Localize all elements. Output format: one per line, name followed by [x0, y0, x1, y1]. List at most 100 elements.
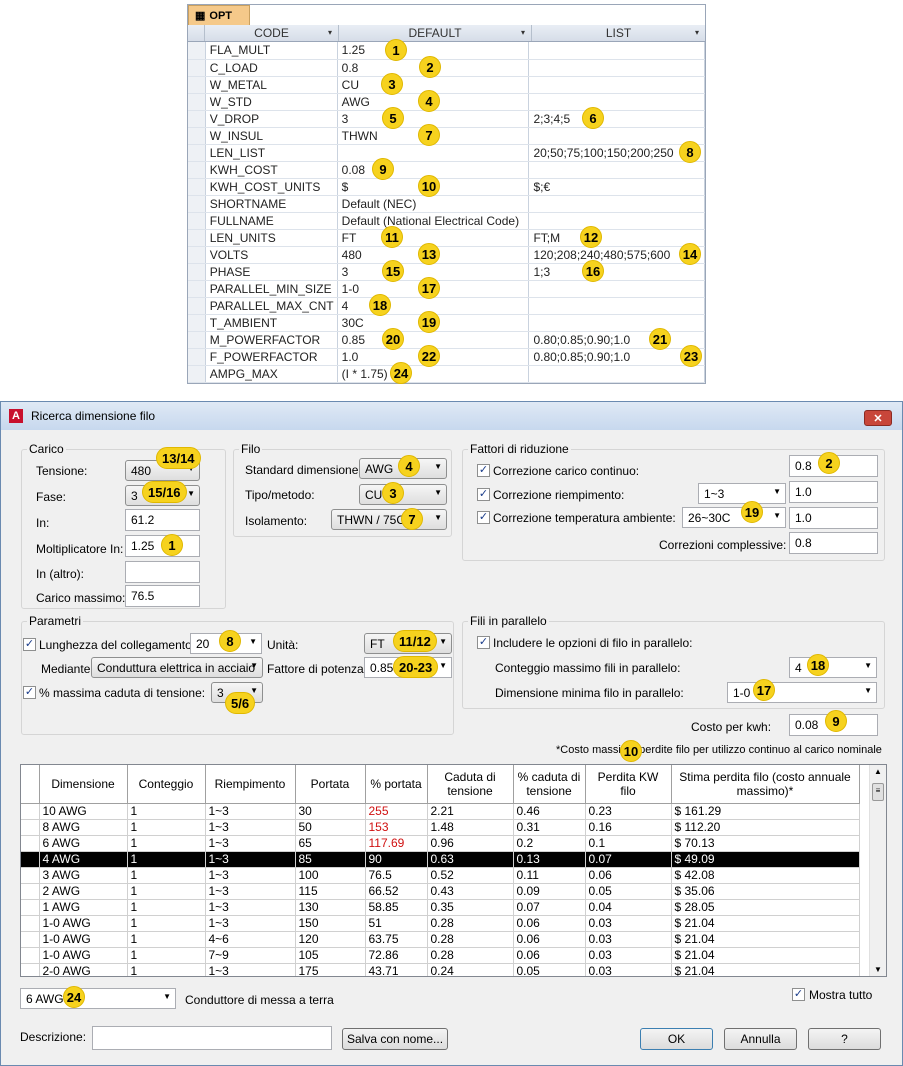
row-selector[interactable]	[21, 883, 40, 900]
select-all-corner[interactable]	[188, 25, 205, 41]
opt-row[interactable]: PHASE 3 1;3	[188, 263, 705, 281]
isolamento-combo[interactable]: THWN / 75C ▼	[331, 509, 447, 530]
row-selector[interactable]	[21, 867, 40, 884]
in-field[interactable]: 61.2	[125, 509, 200, 531]
row-selector[interactable]	[21, 851, 40, 868]
row-selector[interactable]	[21, 899, 40, 916]
opt-row[interactable]: PARALLEL_MAX_CNT 4	[188, 297, 705, 315]
row-selector[interactable]	[188, 348, 206, 366]
opt-code-cell[interactable]: FLA_MULT	[205, 42, 338, 60]
table-row[interactable]: 10 AWG 1 1~3 30 255 2.21 0.46 0.23 $ 161.29	[21, 803, 860, 820]
row-selector[interactable]	[188, 297, 206, 315]
row-selector[interactable]	[188, 127, 206, 145]
row-selector[interactable]	[21, 931, 40, 948]
opt-code-cell[interactable]: PARALLEL_MAX_CNT	[205, 297, 338, 315]
opt-code-cell[interactable]: W_METAL	[205, 76, 338, 94]
dimmin-combo[interactable]: 1-0 ▼	[727, 682, 877, 703]
opt-row[interactable]: KWH_COST 0.08	[188, 161, 705, 179]
opt-row[interactable]: FLA_MULT 1.25	[188, 42, 705, 60]
opt-row[interactable]: FULLNAME Default (National Electrical Cod…	[188, 212, 705, 230]
table-row[interactable]: 1 AWG 1 1~3 130 58.85 0.35 0.07 0.04 $ 28.05	[21, 899, 860, 916]
temperatura-checkbox[interactable]: ✓	[477, 511, 490, 524]
opt-list-cell[interactable]	[528, 42, 705, 60]
opt-row[interactable]: PARALLEL_MIN_SIZE 1-0	[188, 280, 705, 298]
row-selector[interactable]	[188, 161, 206, 179]
messa-terra-combo[interactable]: 6 AWG ▼	[20, 988, 176, 1009]
opt-list-cell[interactable]	[528, 59, 705, 77]
riempimento-checkbox[interactable]: ✓	[477, 488, 490, 501]
opt-code-cell[interactable]: KWH_COST_UNITS	[205, 178, 338, 196]
table-row[interactable]: 1-0 AWG 1 4~6 120 63.75 0.28 0.06 0.03 $ 21.04	[21, 931, 860, 948]
grid-header-8[interactable]: Stima perdita filo (costo annuale massim…	[671, 765, 860, 804]
opt-code-cell[interactable]: FULLNAME	[205, 212, 338, 230]
carico-massimo-field[interactable]: 76.5	[125, 585, 200, 607]
col-list[interactable]: LIST ▾	[532, 25, 705, 41]
opt-code-cell[interactable]: F_POWERFACTOR	[205, 348, 338, 366]
mediante-combo[interactable]: Conduttura elettrica in acciaio ▼	[91, 657, 263, 678]
grid-header-7[interactable]: Perdita KW filo	[585, 765, 672, 804]
lunghezza-checkbox[interactable]: ✓	[23, 638, 36, 651]
opt-tab[interactable]: ▦ OPT	[188, 5, 250, 25]
opt-code-cell[interactable]: LEN_LIST	[205, 144, 338, 162]
table-row[interactable]: 4 AWG 1 1~3 85 90 0.63 0.13 0.07 $ 49.09	[21, 851, 860, 868]
caduta-checkbox[interactable]: ✓	[23, 686, 36, 699]
scroll-down-icon[interactable]: ▼	[874, 965, 882, 974]
table-row[interactable]: 2 AWG 1 1~3 115 66.52 0.43 0.09 0.05 $ 35.06	[21, 883, 860, 900]
table-row[interactable]: 2-0 AWG 1 1~3 175 43.71 0.24 0.05 0.03 $ 21.04	[21, 963, 860, 976]
opt-code-cell[interactable]: W_STD	[205, 93, 338, 111]
row-selector[interactable]	[188, 263, 206, 281]
opt-row[interactable]: V_DROP 3 2;3;4;5	[188, 110, 705, 128]
grid-header-3[interactable]: Portata	[295, 765, 366, 804]
row-selector[interactable]	[188, 42, 206, 60]
table-row[interactable]: 1-0 AWG 1 7~9 105 72.86 0.28 0.06 0.03 $ 21.04	[21, 947, 860, 964]
opt-list-cell[interactable]: 2;3;4;5	[528, 110, 705, 128]
opt-row[interactable]: AMPG_MAX (I * 1.75)	[188, 365, 705, 383]
row-selector[interactable]	[188, 314, 206, 332]
ok-button[interactable]: OK	[640, 1028, 713, 1050]
row-selector[interactable]	[188, 144, 206, 162]
row-selector[interactable]	[188, 365, 206, 383]
title-bar[interactable]: Ricerca dimensione filo	[1, 402, 902, 430]
in-altro-field[interactable]	[125, 561, 200, 583]
annulla-button[interactable]: Annulla	[724, 1028, 797, 1050]
table-row[interactable]: 8 AWG 1 1~3 50 153 1.48 0.31 0.16 $ 112.20	[21, 819, 860, 836]
opt-default-cell[interactable]	[337, 144, 530, 162]
grid-header-5[interactable]: Caduta di tensione	[427, 765, 514, 804]
opt-row[interactable]: LEN_UNITS FT FT;M	[188, 229, 705, 247]
opt-code-cell[interactable]: SHORTNAME	[205, 195, 338, 213]
opt-list-cell[interactable]: 1;3	[528, 263, 705, 281]
opt-list-cell[interactable]	[528, 212, 705, 230]
opt-code-cell[interactable]: PHASE	[205, 263, 338, 281]
table-row[interactable]: 3 AWG 1 1~3 100 76.5 0.52 0.11 0.06 $ 42.08	[21, 867, 860, 884]
opt-code-cell[interactable]: LEN_UNITS	[205, 229, 338, 247]
opt-list-cell[interactable]: 0.80;0.85;0.90;1.0	[528, 348, 705, 366]
results-grid[interactable]: Dimensione Conteggio Riempimento Portata% p…	[20, 764, 887, 977]
opt-row[interactable]: F_POWERFACTOR 1.0 0.80;0.85;0.90;1.0	[188, 348, 705, 366]
opt-default-cell[interactable]: (I * 1.75)	[337, 365, 530, 383]
opt-default-cell[interactable]: Default (NEC)	[337, 195, 530, 213]
row-selector[interactable]	[21, 947, 40, 964]
opt-list-cell[interactable]	[528, 365, 705, 383]
opt-list-cell[interactable]	[528, 195, 705, 213]
opt-list-cell[interactable]: FT;M	[528, 229, 705, 247]
row-selector[interactable]	[188, 195, 206, 213]
opt-row[interactable]: C_LOAD 0.8	[188, 59, 705, 77]
salva-con-nome-button[interactable]: Salva con nome...	[342, 1028, 448, 1050]
opt-default-cell[interactable]: Default (National Electrical Code)	[337, 212, 530, 230]
opt-row[interactable]: W_INSUL THWN	[188, 127, 705, 145]
col-default[interactable]: DEFAULT ▾	[339, 25, 532, 41]
row-selector[interactable]	[21, 819, 40, 836]
grid-header-0[interactable]: Dimensione	[39, 765, 128, 804]
scroll-thumb[interactable]: ≡	[872, 783, 884, 801]
opt-row[interactable]: W_STD AWG	[188, 93, 705, 111]
row-selector[interactable]	[188, 212, 206, 230]
close-button[interactable]: ✕	[864, 410, 892, 426]
opt-list-cell[interactable]	[528, 280, 705, 298]
riempimento-field[interactable]: 1.0	[789, 481, 878, 503]
opt-list-cell[interactable]	[528, 127, 705, 145]
opt-list-cell[interactable]: 0.80;0.85;0.90;1.0	[528, 331, 705, 349]
complessive-field[interactable]: 0.8	[789, 532, 878, 554]
table-row[interactable]: 6 AWG 1 1~3 65 117.69 0.96 0.2 0.1 $ 70.13	[21, 835, 860, 852]
mostra-tutto-checkbox[interactable]: ✓	[792, 988, 805, 1001]
vertical-scrollbar[interactable]: ▲ ≡ ▼	[869, 765, 886, 976]
